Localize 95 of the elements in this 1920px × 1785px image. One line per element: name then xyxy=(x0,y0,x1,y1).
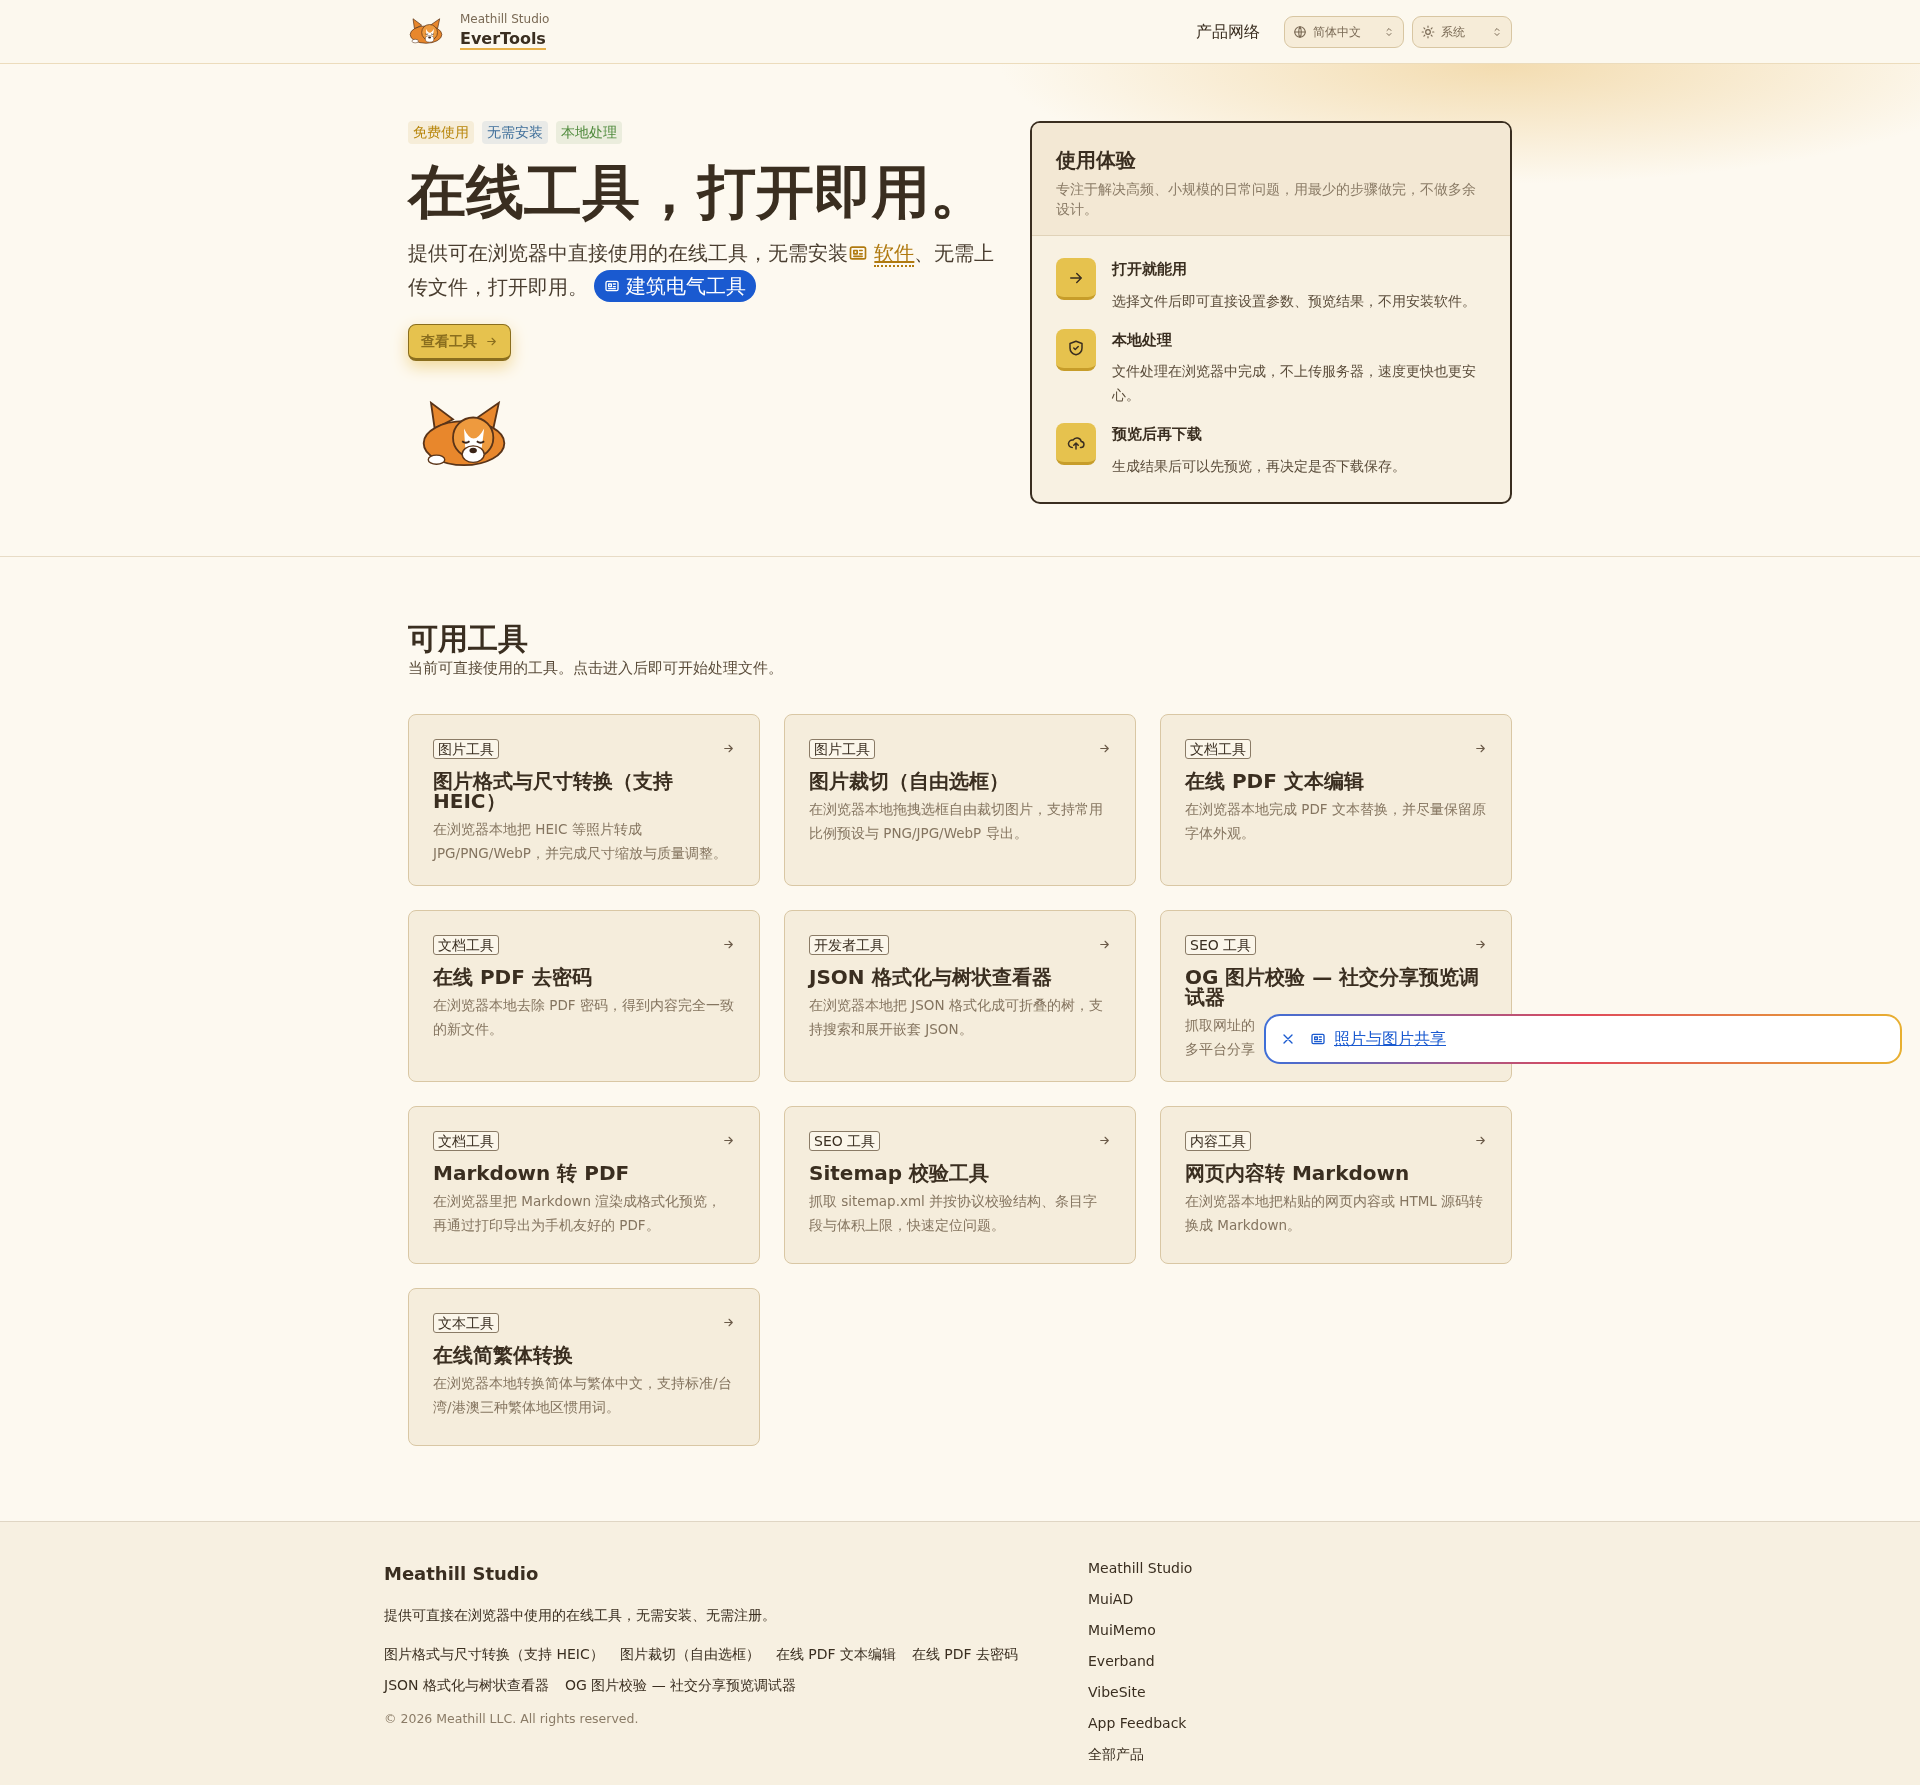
footer-link[interactable]: 图片格式与尺寸转换（支持 HEIC） xyxy=(384,1644,604,1665)
product-link[interactable]: MuiAD xyxy=(1088,1589,1536,1610)
chevron-up-down-icon xyxy=(1383,25,1395,38)
tool-description: 在浏览器本地把 JSON 格式化成可折叠的树，支持搜索和展开嵌套 JSON。 xyxy=(809,995,1104,1039)
feature-title: 本地处理 xyxy=(1112,329,1173,351)
product-link[interactable]: Meathill Studio xyxy=(1088,1558,1536,1579)
tool-title: 在线简繁体转换 xyxy=(433,1344,574,1365)
tool-title: 在线 PDF 文本编辑 xyxy=(1185,770,1365,791)
tool-description: 在浏览器本地把粘贴的网页内容或 HTML 源码转换成 Markdown。 xyxy=(1185,1191,1485,1235)
section-title: 可用工具 xyxy=(408,621,529,657)
feature-title: 打开就能用 xyxy=(1112,259,1188,280)
hero-title: 在线工具，打开即用。 xyxy=(408,158,989,228)
tool-card[interactable]: 图片工具 图片裁切（自由选框） 在浏览器本地拖拽选框自由裁切图片，支持常用比例预设与 PNG/JPG/WebP 导出。 xyxy=(784,713,1136,886)
arrow-icon xyxy=(722,742,735,755)
arrow-icon xyxy=(1474,938,1487,951)
tool-description: 多平台分享 xyxy=(1185,1039,1255,1059)
tool-title: Markdown 转 PDF xyxy=(433,1162,631,1183)
product-link[interactable]: App Feedback xyxy=(1088,1713,1536,1734)
sun-icon xyxy=(1421,24,1435,39)
section-subtitle: 当前可直接使用的工具。点击进入后即可开始处理文件。 xyxy=(408,658,784,679)
software-link[interactable]: 软件 xyxy=(874,240,915,267)
arrow-icon xyxy=(722,1134,735,1147)
tool-card[interactable]: 文档工具 在线 PDF 文本编辑 在浏览器本地完成 PDF 文本替换，并尽量保留原字体外观。 xyxy=(1160,713,1512,886)
intro-text: 提供可在浏览器中直接使用的在线工具，无需安装 软件、无需上传文件，打开即用。 建筑电气工具 xyxy=(408,235,1008,304)
footer-link[interactable]: JSON 格式化与树状查看器 xyxy=(384,1675,549,1696)
tool-description: 在浏览器本地拖拽选框自由裁切图片，支持常用比例预设与 PNG/JPG/WebP 导出。 xyxy=(809,799,1104,843)
tool-card[interactable]: 文本工具 在线简繁体转换 在浏览器本地转换简体与繁体中文，支持标准/台湾/港澳三种繁体地区惯用词。 xyxy=(408,1287,760,1446)
tool-description: 抓取网址的 xyxy=(1185,1015,1255,1035)
category-tag: SEO 工具 xyxy=(809,1130,881,1151)
tool-title: 在线 PDF 去密码 xyxy=(433,966,593,987)
tool-title: 图片裁切（自由选框） xyxy=(809,770,1010,791)
footer-brand: Meathill Studio xyxy=(384,1562,540,1586)
tool-card[interactable]: 开发者工具 JSON 格式化与树状查看器 在浏览器本地把 JSON 格式化成可折叠的树，支持搜索和展开嵌套 JSON。 xyxy=(784,909,1136,1082)
tool-card[interactable]: 文档工具 Markdown 转 PDF 在浏览器里把 Markdown 渲染成格式化预览，再通过打印导出为手机友好的 PDF。 xyxy=(408,1105,760,1264)
arrow-icon xyxy=(722,938,735,951)
tool-description: 在浏览器本地转换简体与繁体中文，支持标准/台湾/港澳三种繁体地区惯用词。 xyxy=(433,1373,733,1417)
tool-card[interactable]: 文档工具 在线 PDF 去密码 在浏览器本地去除 PDF 密码，得到内容完全一致的新文件。 xyxy=(408,909,760,1082)
footer-link[interactable]: 在线 PDF 文本编辑 xyxy=(775,1644,896,1665)
footer-link[interactable]: OG 图片校验 — 社交分享预览调试器 xyxy=(564,1675,797,1696)
footer-tagline: 提供可直接在浏览器中使用的在线工具，无需安装、无需注册。 xyxy=(384,1606,777,1625)
tool-description: 在浏览器本地完成 PDF 文本替换，并尽量保留原字体外观。 xyxy=(1185,799,1487,843)
category-tag: 文档工具 xyxy=(433,934,499,955)
tool-description: 在浏览器本地去除 PDF 密码，得到内容完全一致的新文件。 xyxy=(433,995,735,1039)
share-link[interactable]: 照片与图片共享 xyxy=(1310,1027,1446,1051)
feature-text: 选择文件后即可直接设置参数、预览结果，不用安装软件。 xyxy=(1112,291,1476,311)
product-link[interactable]: 全部产品 xyxy=(1088,1744,1536,1765)
feature-tag: 本地处理 xyxy=(556,121,622,144)
chevron-up-down-icon xyxy=(1491,25,1503,38)
arrow-icon xyxy=(1098,938,1111,951)
tool-title: 网页内容转 Markdown xyxy=(1185,1162,1411,1183)
tool-card[interactable]: SEO 工具 Sitemap 校验工具 抓取 sitemap.xml 并按协议校验结构、条目字段与体积上限，快速定位问题。 xyxy=(784,1105,1136,1264)
card-subtitle: 专注于解决高频、小规模的日常问题，用最少的步骤做完，不做多余设计。 xyxy=(1056,180,1477,219)
footer-link[interactable]: 在线 PDF 去密码 xyxy=(911,1644,1019,1665)
theme-select[interactable]: 系统 xyxy=(1412,15,1512,48)
category-tag: 开发者工具 xyxy=(809,934,889,955)
arrow-icon xyxy=(1098,742,1111,755)
nav-link[interactable]: 产品网络 xyxy=(1196,19,1260,44)
dog-logo-icon xyxy=(408,18,444,45)
tool-description: 抓取 sitemap.xml 并按协议校验结构、条目字段与体积上限，快速定位问题。 xyxy=(809,1191,1099,1235)
card-icon xyxy=(1310,1031,1326,1047)
tool-title: Sitemap 校验工具 xyxy=(809,1162,990,1183)
tool-card[interactable]: 内容工具 网页内容转 Markdown 在浏览器本地把粘贴的网页内容或 HTML 源码转换成 Markdown。 xyxy=(1160,1105,1512,1264)
tool-title: OG 图片校验 — 社交分享预览调试器 xyxy=(1185,966,1481,1007)
category-tag: 图片工具 xyxy=(433,738,499,759)
feature-tag: 无需安装 xyxy=(482,121,548,144)
shield-check-icon xyxy=(1067,339,1085,357)
arrow-icon xyxy=(1474,1134,1487,1147)
card-title: 使用体验 xyxy=(1056,147,1137,174)
copyright-text: © 2026 Meathill LLC. All rights reserved. xyxy=(384,1710,640,1728)
category-tag: 内容工具 xyxy=(1185,1130,1251,1151)
category-tag: 文档工具 xyxy=(433,1130,499,1151)
arrow-icon xyxy=(1098,1134,1111,1147)
tool-description: 在浏览器里把 Markdown 渲染成格式化预览，再通过打印导出为手机友好的 PDF。 xyxy=(433,1191,723,1235)
feature-text: 文件处理在浏览器中完成，不上传服务器，速度更快也更安心。 xyxy=(1112,362,1477,405)
category-tag: 文档工具 xyxy=(1185,738,1251,759)
feature-tag: 免费使用 xyxy=(408,121,474,144)
tool-title: 图片格式与尺寸转换（支持 HEIC） xyxy=(433,770,674,811)
product-link[interactable]: MuiMemo xyxy=(1088,1620,1536,1641)
tool-description: 在浏览器本地把 HEIC 等照片转成 JPG/PNG/WebP，并完成尺寸缩放与质量调整。 xyxy=(433,819,728,863)
language-select[interactable]: 简体中文 xyxy=(1284,15,1404,48)
category-tag: 图片工具 xyxy=(809,738,875,759)
feature-text: 生成结果后可以先预览，再决定是否下载保存。 xyxy=(1112,456,1406,476)
arrow-icon xyxy=(1474,742,1487,755)
footer-link[interactable]: 图片裁切（自由选框） xyxy=(619,1644,760,1665)
brand-link[interactable]: Meathill Studio EverTools xyxy=(408,12,550,51)
category-chip[interactable]: 建筑电气工具 xyxy=(594,269,757,302)
category-tag: 文本工具 xyxy=(433,1312,499,1333)
arrow-icon xyxy=(722,1316,735,1329)
tool-title: JSON 格式化与树状查看器 xyxy=(809,966,1053,987)
product-link[interactable]: Everband xyxy=(1088,1651,1536,1672)
feature-title: 预览后再下载 xyxy=(1112,424,1203,445)
tool-card[interactable]: 图片工具 图片格式与尺寸转换（支持 HEIC） 在浏览器本地把 HEIC 等照片转成 JPG/PNG/WebP，并完成尺寸缩放与质量调整。 xyxy=(408,713,760,886)
category-tag: SEO 工具 xyxy=(1185,934,1257,955)
product-link[interactable]: VibeSite xyxy=(1088,1682,1536,1703)
globe-icon xyxy=(1293,24,1307,39)
